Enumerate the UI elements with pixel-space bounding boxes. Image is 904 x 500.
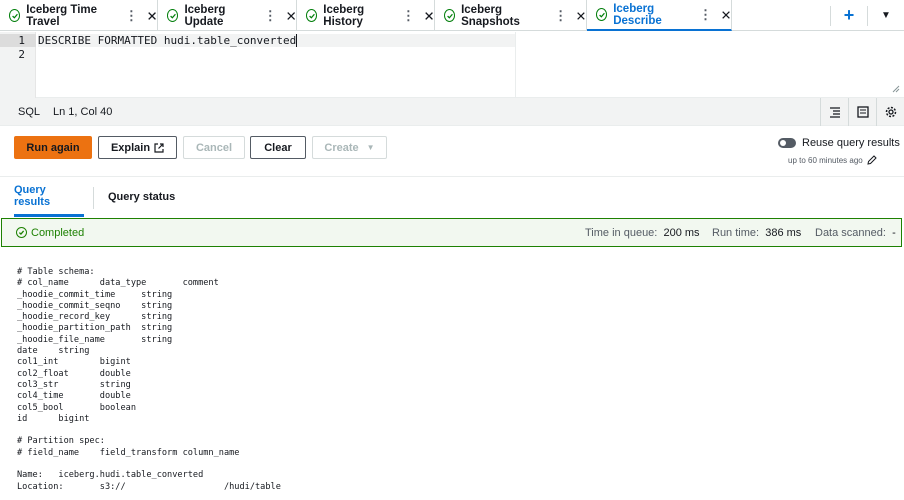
output-line: _hoodie_record_key string bbox=[17, 312, 173, 323]
query-text[interactable]: DESCRIBE FORMATTED hudi.table_converted​ bbox=[38, 34, 516, 47]
query-status-bar: Completed Time in queue: 200 ms Run time… bbox=[1, 218, 902, 247]
tab-label: Iceberg History bbox=[323, 3, 365, 28]
gear-icon bbox=[885, 106, 896, 118]
shortcuts-button[interactable] bbox=[848, 98, 876, 126]
query-table-name: hudi.table_converted bbox=[163, 34, 297, 47]
close-icon[interactable] bbox=[576, 10, 586, 22]
output-line: _hoodie_file_name string bbox=[17, 334, 173, 345]
explain-button[interactable]: Explain bbox=[98, 136, 177, 159]
tab-query-results[interactable]: Query results bbox=[14, 177, 84, 217]
success-check-icon bbox=[16, 227, 27, 238]
tab-iceberg-snapshots[interactable]: Iceberg Snapshots ⋮ bbox=[435, 0, 587, 31]
output-line: # field_name field_transform column_name bbox=[17, 447, 240, 458]
reuse-label: Reuse query results bbox=[802, 137, 900, 149]
tab-menu-icon[interactable]: ⋮ bbox=[554, 8, 567, 24]
divider bbox=[93, 187, 94, 209]
resize-handle-icon[interactable] bbox=[892, 85, 900, 93]
tab-label: Iceberg Time Travel bbox=[26, 3, 98, 28]
data-scanned: Data scanned: - bbox=[815, 226, 896, 239]
format-icon bbox=[829, 107, 840, 118]
reuse-results-toggle[interactable]: Reuse query results bbox=[778, 137, 900, 149]
tab-iceberg-history[interactable]: Iceberg History ⋮ bbox=[297, 0, 435, 31]
output-line: col3_str string bbox=[17, 379, 131, 390]
close-icon[interactable] bbox=[286, 10, 296, 22]
tab-label: Iceberg Update bbox=[184, 3, 226, 28]
settings-button[interactable] bbox=[876, 98, 904, 126]
output-line: Location: s3:// /hudi/table bbox=[17, 481, 281, 492]
output-line: col4_time double bbox=[17, 391, 131, 402]
reuse-age-text: up to 60 minutes ago bbox=[788, 155, 863, 165]
output-line: col2_float double bbox=[17, 368, 131, 379]
tab-query-status[interactable]: Query status bbox=[108, 177, 175, 217]
run-again-button[interactable]: Run again bbox=[14, 136, 92, 159]
clear-button[interactable]: Clear bbox=[250, 136, 306, 159]
tab-iceberg-time-travel[interactable]: Iceberg Time Travel ⋮ bbox=[0, 0, 158, 31]
create-label: Create bbox=[324, 141, 359, 154]
result-tabs: Query results Query status bbox=[0, 176, 904, 217]
output-line: Name: iceberg.hudi.table_converted bbox=[17, 470, 204, 481]
keyboard-icon bbox=[856, 106, 869, 118]
format-query-button[interactable] bbox=[820, 98, 848, 126]
output-line: id bigint bbox=[17, 413, 90, 424]
tab-iceberg-describe[interactable]: Iceberg Describe ⋮ bbox=[587, 0, 732, 31]
reuse-age-setting[interactable]: up to 60 minutes ago bbox=[788, 155, 877, 165]
tab-label: Iceberg Snapshots bbox=[461, 3, 520, 28]
run-time: Run time: 386 ms bbox=[712, 226, 802, 239]
output-line: col5_bool boolean bbox=[17, 402, 136, 413]
output-line: _hoodie_commit_time string bbox=[17, 289, 173, 300]
tab-list-dropdown-icon[interactable]: ▼ bbox=[868, 10, 904, 21]
line-number: 2 bbox=[18, 48, 25, 61]
tab-tools: + ▼ bbox=[830, 0, 904, 31]
explain-label: Explain bbox=[110, 141, 151, 154]
query-output-text: # Table schema: # col_name data_type comm… bbox=[17, 267, 281, 493]
success-check-icon bbox=[9, 9, 21, 22]
tab-menu-icon[interactable]: ⋮ bbox=[699, 7, 712, 23]
language-label: SQL bbox=[18, 105, 41, 118]
line-number: 1 bbox=[18, 34, 25, 47]
print-margin bbox=[515, 32, 516, 98]
success-check-icon bbox=[596, 8, 608, 21]
cancel-button[interactable]: Cancel bbox=[183, 136, 245, 159]
success-check-icon bbox=[444, 9, 456, 22]
tab-menu-icon[interactable]: ⋮ bbox=[402, 8, 415, 24]
close-icon[interactable] bbox=[424, 10, 434, 22]
add-tab-icon[interactable]: + bbox=[831, 5, 867, 26]
tab-menu-icon[interactable]: ⋮ bbox=[125, 8, 138, 24]
status-badge: Completed bbox=[16, 227, 84, 239]
editor-status-bar: SQL Ln 1, Col 40 bbox=[0, 98, 904, 126]
tab-label: Iceberg Describe bbox=[613, 2, 662, 27]
output-line: _hoodie_partition_path string bbox=[17, 323, 173, 334]
close-icon[interactable] bbox=[721, 9, 731, 21]
output-line: # col_name data_type comment bbox=[17, 278, 219, 289]
time-in-queue: Time in queue: 200 ms bbox=[585, 226, 700, 239]
close-icon[interactable] bbox=[147, 10, 157, 22]
output-line: # Table schema: bbox=[17, 267, 95, 277]
toggle-switch[interactable] bbox=[778, 138, 796, 148]
caret-down-icon: ▼ bbox=[366, 143, 375, 152]
output-line: _hoodie_commit_seqno string bbox=[17, 300, 173, 311]
output-line: # Partition spec: bbox=[17, 436, 105, 447]
output-line: date string bbox=[17, 346, 90, 357]
editor-tab-bar: Iceberg Time Travel ⋮ Iceberg Update ⋮ I… bbox=[0, 0, 904, 31]
external-link-icon bbox=[154, 142, 164, 153]
create-dropdown-button[interactable]: Create ▼ bbox=[312, 136, 387, 159]
line-number-gutter: 1 2 bbox=[0, 32, 36, 98]
success-check-icon bbox=[306, 9, 318, 22]
query-keywords: DESCRIBE FORMATTED bbox=[38, 34, 158, 47]
status-text: Completed bbox=[31, 226, 85, 239]
output-line: col1_int bigint bbox=[17, 357, 131, 368]
cursor-position: Ln 1, Col 40 bbox=[53, 105, 113, 118]
edit-pencil-icon[interactable] bbox=[867, 155, 877, 165]
tab-menu-icon[interactable]: ⋮ bbox=[264, 8, 277, 24]
success-check-icon bbox=[167, 9, 179, 22]
tab-iceberg-update[interactable]: Iceberg Update ⋮ bbox=[158, 0, 297, 31]
sql-editor[interactable]: 1 2 DESCRIBE FORMATTED hudi.table_conver… bbox=[0, 32, 904, 98]
